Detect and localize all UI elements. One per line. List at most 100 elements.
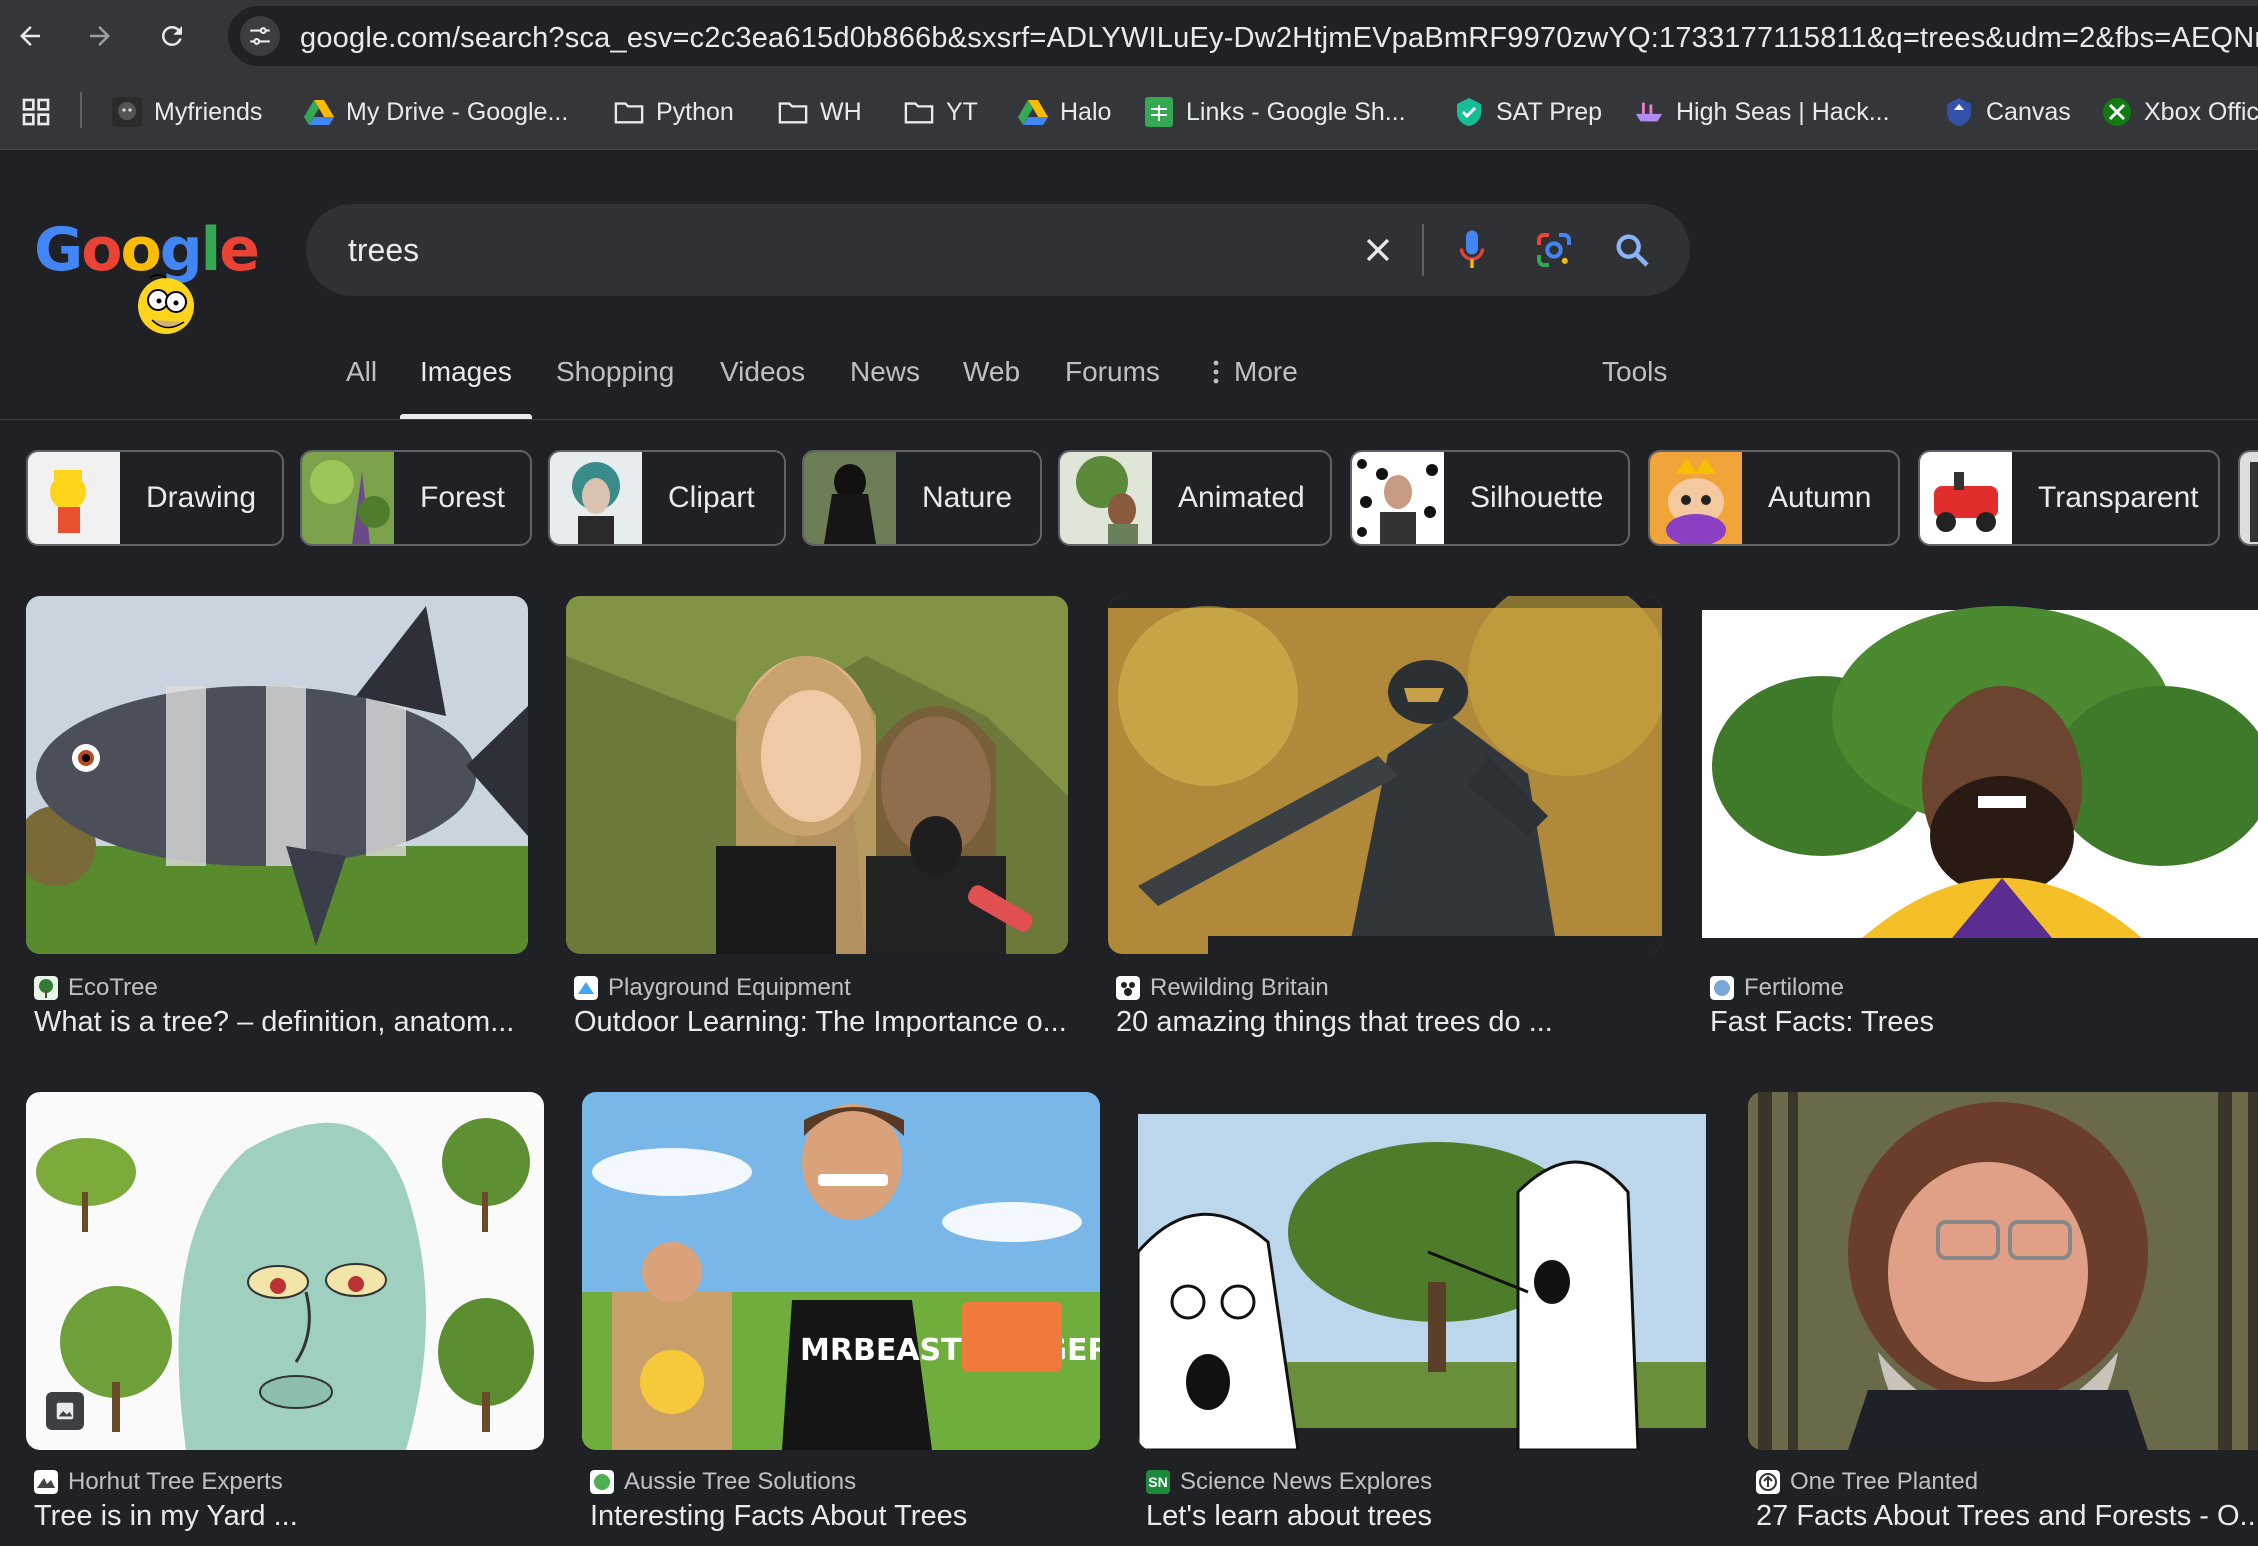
tools-button[interactable]: Tools <box>1602 356 1667 388</box>
search-tabs: All Images Shopping Videos News Web Foru… <box>0 348 2258 420</box>
result-thumbnail[interactable] <box>1138 1092 1706 1450</box>
result-title[interactable]: 27 Facts About Trees and Forests - O... <box>1756 1500 2258 1533</box>
result-source[interactable]: Horhut Tree Experts <box>34 1468 283 1496</box>
result-thumbnail[interactable]: MRBEAST BURGER <box>582 1092 1100 1450</box>
chip-clipart[interactable]: Clipart <box>548 450 786 546</box>
address-bar[interactable]: google.com/search?sca_esv=c2c3ea615d0b86… <box>228 6 2258 66</box>
bookmark-python[interactable]: Python <box>614 92 734 132</box>
search-input[interactable]: trees <box>348 232 419 269</box>
bookmark-label: Halo <box>1060 97 1112 126</box>
tab-images[interactable]: Images <box>420 356 512 388</box>
tab-videos[interactable]: Videos <box>720 356 805 388</box>
back-button[interactable] <box>8 14 52 58</box>
result-title[interactable]: Outdoor Learning: The Importance o... <box>574 1006 1067 1039</box>
fish-tree-image <box>26 596 528 954</box>
chip-forest[interactable]: Forest <box>300 450 532 546</box>
result-source[interactable]: SN Science News Explores <box>1146 1468 1432 1496</box>
result-source[interactable]: Rewilding Britain <box>1116 974 1329 1002</box>
bookmark-halo[interactable]: Halo <box>1018 92 1111 132</box>
bookmark-wh[interactable]: WH <box>778 92 862 132</box>
tab-forums[interactable]: Forums <box>1065 356 1160 388</box>
chip-autumn[interactable]: Autumn <box>1648 450 1900 546</box>
result-title[interactable]: Let's learn about trees <box>1146 1500 1432 1533</box>
bookmark-canvas[interactable]: Canvas <box>1944 92 2071 132</box>
result-source[interactable]: Fertilome <box>1710 974 1844 1002</box>
result-title[interactable]: Tree is in my Yard ... <box>34 1500 298 1533</box>
result-thumbnail[interactable] <box>1702 596 2258 954</box>
bookmark-label: WH <box>820 97 862 126</box>
search-submit-button[interactable] <box>1608 226 1656 274</box>
tune-icon <box>250 27 270 45</box>
browser-toolbar: google.com/search?sca_esv=c2c3ea615d0b86… <box>0 0 2258 72</box>
chip-thumbnail <box>302 452 394 544</box>
chip-animated[interactable]: Animated <box>1058 450 1332 546</box>
active-tab-indicator <box>400 414 532 419</box>
result-title[interactable]: What is a tree? – definition, anatom... <box>34 1006 514 1039</box>
bookmark-yt[interactable]: YT <box>904 92 978 132</box>
bookmark-my-drive[interactable]: My Drive - Google... <box>304 92 568 132</box>
tab-shopping[interactable]: Shopping <box>556 356 674 388</box>
bookmark-label: Canvas <box>1986 97 2071 126</box>
chip-thumbnail <box>1060 452 1152 544</box>
result-thumbnail[interactable] <box>1748 1092 2258 1450</box>
result-title[interactable]: 20 amazing things that trees do ... <box>1116 1006 1553 1039</box>
reload-icon <box>162 26 182 46</box>
drive-icon <box>1018 97 1048 127</box>
chip-transparent[interactable]: Transparent <box>1918 450 2220 546</box>
result-thumbnail[interactable] <box>26 1092 544 1450</box>
lens-search-button[interactable] <box>1530 226 1578 274</box>
xbox-icon <box>2102 97 2132 127</box>
bookmark-label: My Drive - Google... <box>346 97 569 126</box>
image-badge <box>46 1392 84 1430</box>
bookmark-links-sheet[interactable]: Links - Google Sh... <box>1144 92 1406 132</box>
result-thumbnail[interactable] <box>26 596 528 954</box>
bookmark-sat-prep[interactable]: SAT Prep <box>1454 92 1602 132</box>
search-divider <box>1422 224 1424 276</box>
source-name: Rewilding Britain <box>1150 974 1329 1001</box>
chip-silhouette[interactable]: Silhouette <box>1350 450 1630 546</box>
result-thumbnail[interactable] <box>1108 596 1662 954</box>
url-text[interactable]: google.com/search?sca_esv=c2c3ea615d0b86… <box>300 22 2258 55</box>
source-name: Playground Equipment <box>608 974 851 1001</box>
folder-icon <box>778 97 808 127</box>
bookmark-label: Links - Google Sh... <box>1186 97 1406 126</box>
forward-button[interactable] <box>78 14 122 58</box>
result-source[interactable]: One Tree Planted <box>1756 1468 1978 1496</box>
source-name: Aussie Tree Solutions <box>624 1468 857 1495</box>
microphone-icon <box>1459 230 1485 268</box>
gorilla-icon <box>112 97 142 127</box>
result-source[interactable]: Playground Equipment <box>574 974 851 1002</box>
chip-overflow[interactable] <box>2238 450 2258 546</box>
voice-search-button[interactable] <box>1448 226 1496 274</box>
tab-all[interactable]: All <box>346 356 377 388</box>
bookmark-high-seas[interactable]: High Seas | Hack... <box>1634 92 1890 132</box>
bookmark-myfriends[interactable]: Myfriends <box>112 92 262 132</box>
source-name: One Tree Planted <box>1790 1468 1979 1495</box>
reload-button[interactable] <box>150 14 194 58</box>
tab-web[interactable]: Web <box>963 356 1020 388</box>
image-icon <box>56 1402 74 1420</box>
search-box[interactable]: trees <box>306 204 1690 296</box>
canvas-icon <box>1944 97 1974 127</box>
site-info-button[interactable] <box>240 16 280 56</box>
homer-head-icon <box>138 274 194 334</box>
chip-drawing[interactable]: Drawing <box>26 450 284 546</box>
result-thumbnail[interactable] <box>566 596 1068 954</box>
bookmark-label: Myfriends <box>154 97 263 126</box>
result-source[interactable]: Aussie Tree Solutions <box>590 1468 856 1496</box>
chip-nature[interactable]: Nature <box>802 450 1042 546</box>
clear-search-button[interactable] <box>1354 226 1402 274</box>
apps-grid-icon[interactable] <box>20 96 52 128</box>
chip-thumbnail <box>28 452 120 544</box>
tab-more[interactable]: More <box>1212 356 1298 388</box>
result-source[interactable]: EcoTree <box>34 974 158 1002</box>
sheets-icon <box>1144 97 1174 127</box>
tab-news[interactable]: News <box>850 356 920 388</box>
result-title[interactable]: Fast Facts: Trees <box>1710 1006 1934 1039</box>
bookmark-label: High Seas | Hack... <box>1676 97 1890 126</box>
horhut-favicon-icon <box>34 1470 58 1494</box>
result-title[interactable]: Interesting Facts About Trees <box>590 1500 967 1533</box>
google-doodle-logo[interactable]: Google <box>34 216 260 336</box>
fertilome-favicon-icon <box>1710 976 1734 1000</box>
bookmark-xbox[interactable]: Xbox Offic <box>2102 92 2258 132</box>
